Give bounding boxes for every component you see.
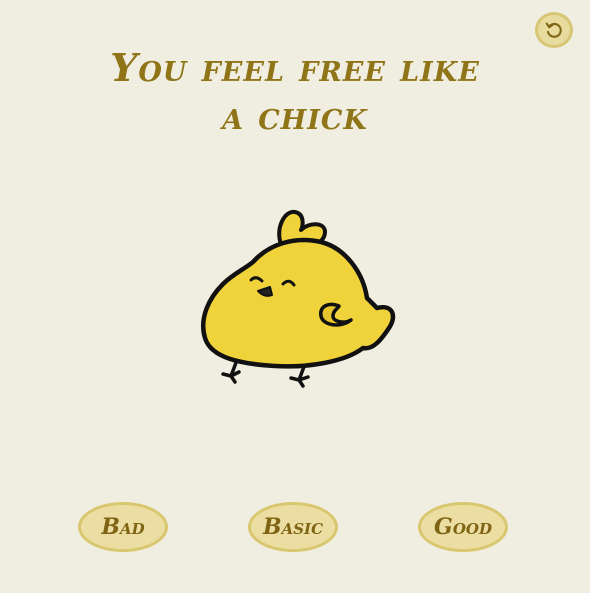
reset-button[interactable] — [535, 12, 573, 48]
title-line-1: You feel free like — [110, 45, 480, 90]
chick-illustration — [195, 200, 400, 395]
basic-button[interactable]: Basic — [248, 502, 338, 552]
refresh-icon — [545, 22, 562, 38]
bad-button[interactable]: Bad — [78, 502, 168, 552]
title-line-2: a chick — [222, 93, 368, 138]
good-button-label: Good — [434, 514, 492, 540]
bad-button-label: Bad — [101, 514, 145, 540]
chick-body — [201, 237, 396, 369]
page-title: You feel free like a chick — [0, 44, 590, 140]
basic-button-label: Basic — [262, 514, 324, 540]
good-button[interactable]: Good — [418, 502, 508, 552]
